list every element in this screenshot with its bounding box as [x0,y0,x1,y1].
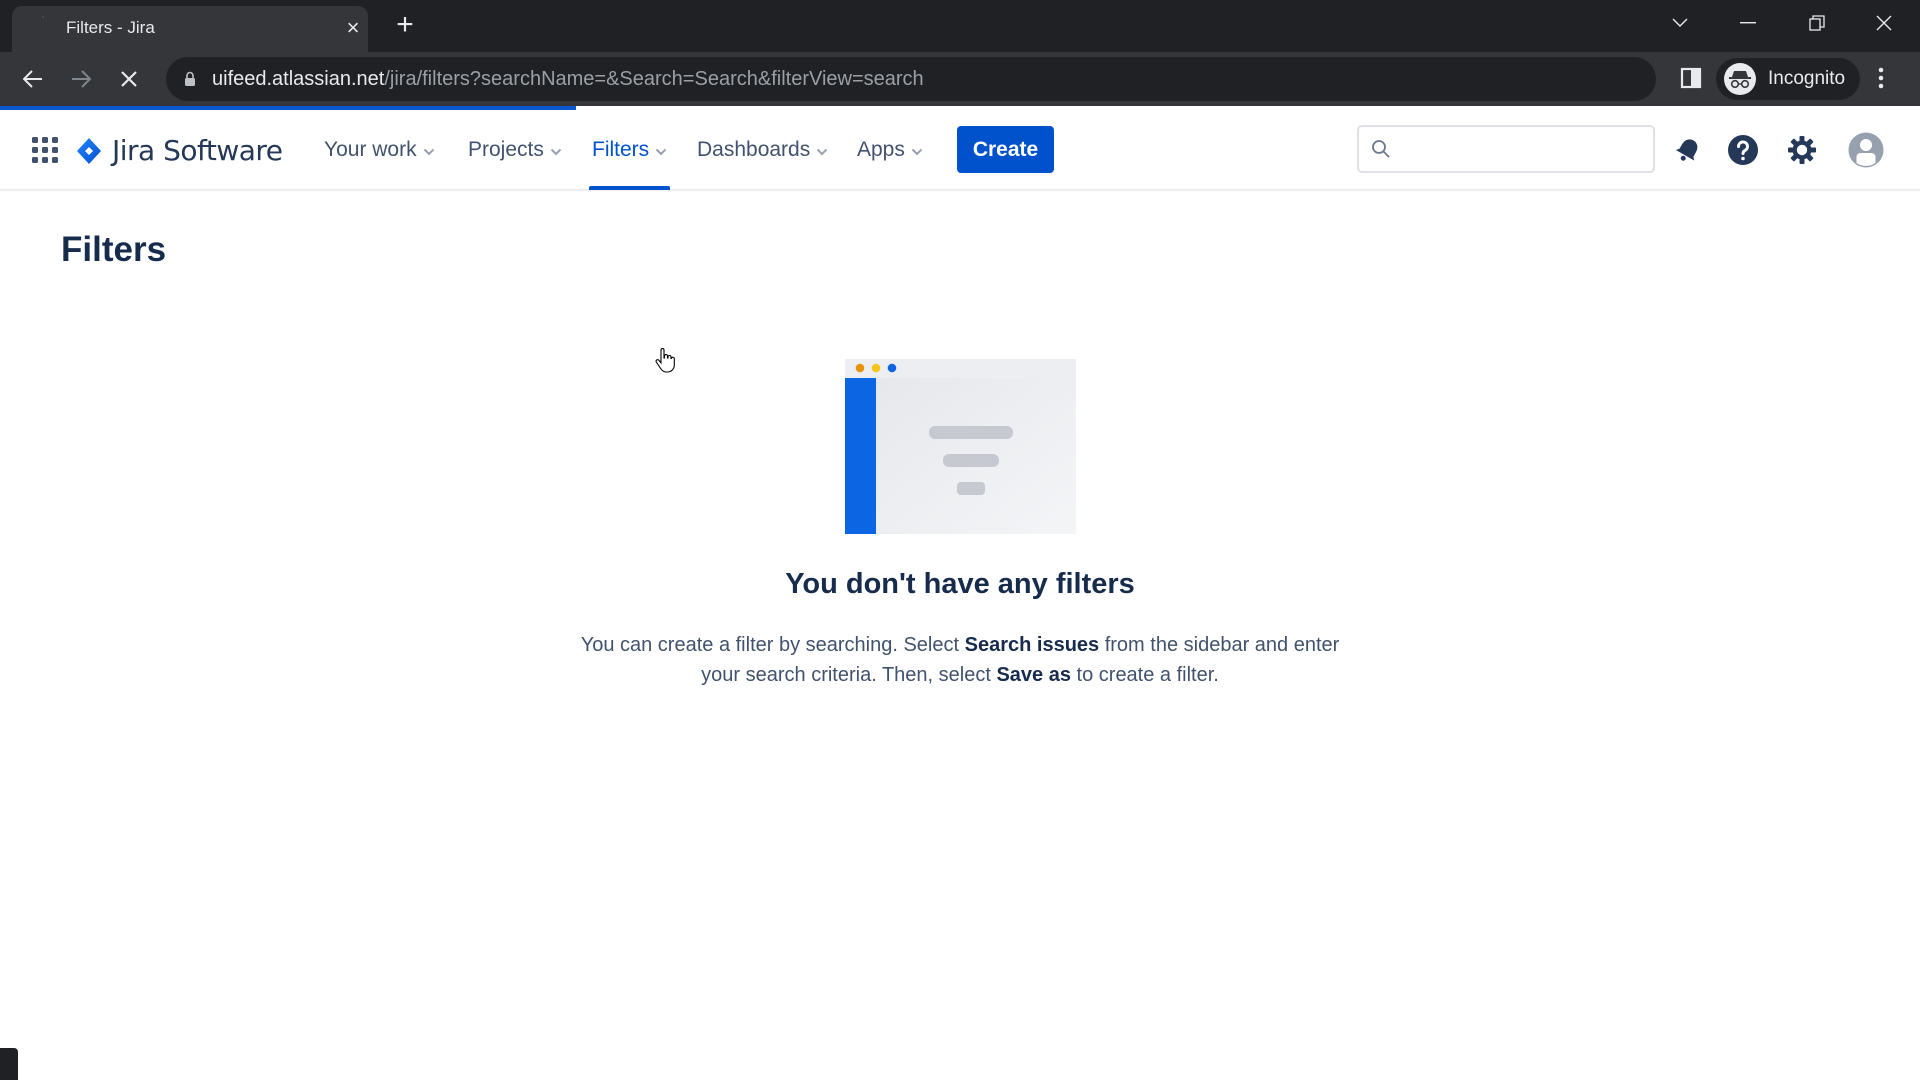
browser-tab[interactable]: ˙ Filters - Jira × [12,6,368,52]
search-field[interactable] [1357,125,1655,173]
new-tab-button[interactable]: + [392,10,418,40]
forward-button[interactable] [64,62,98,96]
address-bar[interactable]: uifeed.atlassian.net/jira/filters?search… [166,57,1807,101]
taskbar-corner [0,1048,18,1080]
save-as-emphasis: Save as [996,664,1071,686]
url-text[interactable]: uifeed.atlassian.net/jira/filters?search… [212,68,924,91]
profile-button[interactable] [1846,130,1886,170]
close-tab-icon[interactable]: × [342,17,364,39]
notifications-button[interactable] [1668,130,1708,170]
nav-apps[interactable]: Apps [857,132,923,168]
nav-your-work-label: Your work [324,138,417,161]
empty-state-description: You can create a filter by searching. Se… [580,634,1340,686]
jira-logo[interactable]: Jira Software [76,134,283,167]
gear-icon [1788,136,1816,164]
nav-projects[interactable]: Projects [468,132,562,168]
illustration-bar-3 [957,482,985,495]
browser-tab-strip: ˙ Filters - Jira × + [0,0,1920,52]
back-button[interactable] [16,62,50,96]
lock-icon[interactable] [184,71,196,92]
hand-cursor-icon [655,348,675,373]
jira-top-nav: Jira Software Your work Projects Filters… [0,110,1920,190]
product-name: Jira Software [112,134,283,167]
close-window-icon[interactable] [1864,8,1904,38]
help-icon [1728,135,1758,165]
chevron-down-icon [816,138,828,162]
minimize-icon[interactable] [1728,8,1768,38]
illustration-bar-2 [943,454,999,467]
bell-icon [1675,139,1698,161]
illustration-dot-yellow [871,363,881,373]
search-issues-emphasis: Search issues [964,634,1100,656]
tab-title: Filters - Jira [66,18,155,37]
illustration-sidebar [845,378,876,534]
restore-icon[interactable] [1797,8,1837,38]
app-switcher-icon[interactable] [32,137,58,163]
nav-dashboards[interactable]: Dashboards [697,132,828,168]
help-button[interactable] [1723,130,1763,170]
chevron-down-icon [911,138,923,162]
stop-loading-button[interactable] [112,62,146,96]
empty-filters-illustration [845,359,1076,534]
chevron-down-icon [655,138,667,162]
search-input[interactable] [1399,135,1639,163]
jira-diamond-icon [77,137,101,164]
nav-projects-label: Projects [468,138,544,161]
search-icon [1371,139,1391,164]
browser-menu-icon[interactable] [1878,66,1884,95]
browser-toolbar: uifeed.atlassian.net/jira/filters?search… [0,52,1920,106]
incognito-profile-button[interactable]: Incognito [1716,58,1860,100]
chevron-down-icon [550,138,562,162]
loading-spinner-icon: ˙ [42,16,46,27]
incognito-label: Incognito [1768,68,1846,89]
nav-filters[interactable]: Filters [592,132,667,168]
side-panel-icon[interactable] [1680,67,1702,94]
nav-dashboards-label: Dashboards [697,138,811,161]
illustration-bar-1 [929,426,1013,439]
illustration-dot-blue [887,363,897,373]
create-button[interactable]: Create [957,126,1054,173]
chevron-down-icon [423,138,435,162]
active-nav-indicator [589,186,670,190]
nav-apps-label: Apps [857,138,905,161]
page-title: Filters [61,230,167,269]
illustration-dot-orange [855,363,865,373]
avatar-icon [1848,132,1884,168]
nav-your-work[interactable]: Your work [324,132,435,168]
tab-search-chevron-icon[interactable] [1660,8,1700,38]
nav-filters-label: Filters [592,138,650,161]
illustration-window [845,359,1076,534]
incognito-icon [1724,63,1756,95]
settings-button[interactable] [1782,130,1822,170]
empty-state-title: You don't have any filters [785,568,1135,600]
